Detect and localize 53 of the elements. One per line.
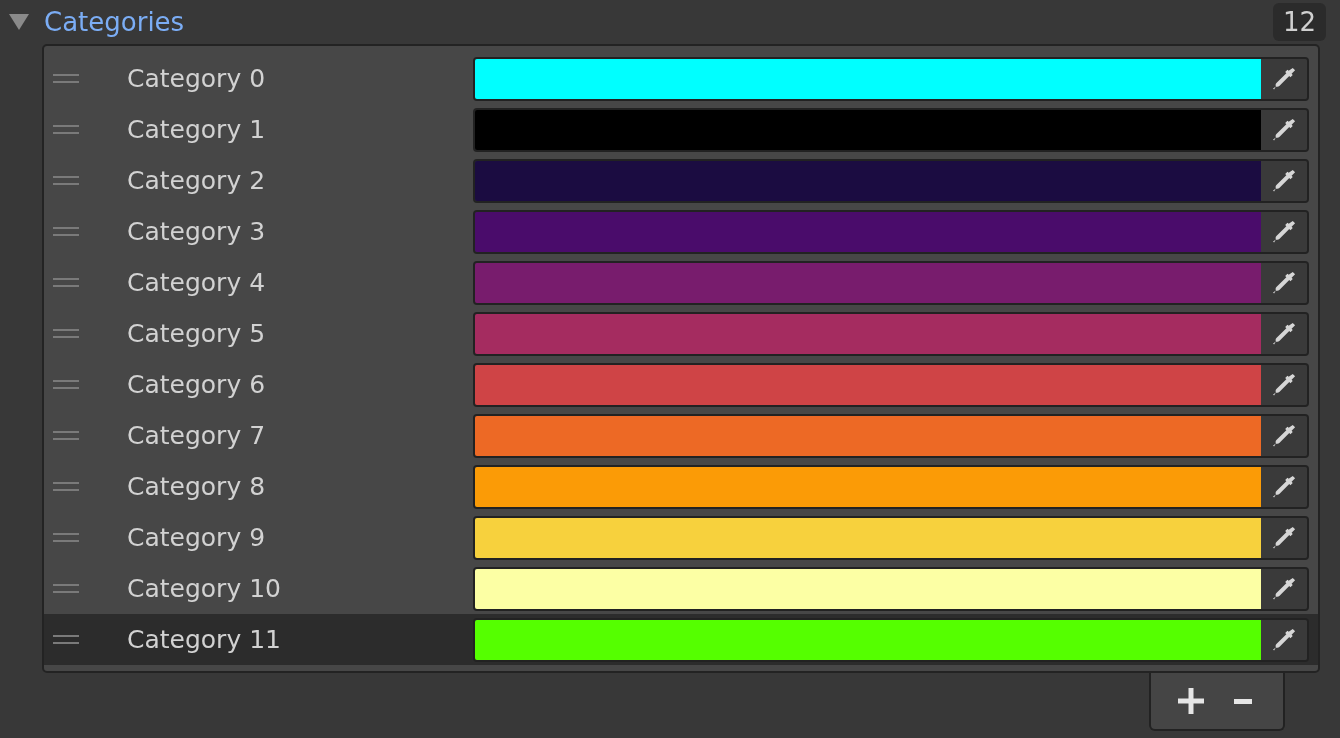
eyedropper-button[interactable] [1261, 58, 1307, 99]
section-title[interactable]: Categories [44, 7, 1259, 37]
eyedropper-button[interactable] [1261, 160, 1307, 201]
category-label: Category 5 [126, 319, 267, 348]
category-row[interactable]: Category 10 [44, 563, 1318, 614]
eyedropper-button[interactable] [1261, 415, 1307, 456]
category-label: Category 9 [126, 523, 267, 552]
drag-handle-icon[interactable] [53, 277, 79, 288]
category-row[interactable]: Category 3 [44, 206, 1318, 257]
category-row[interactable]: Category 9 [44, 512, 1318, 563]
category-row[interactable]: Category 2 [44, 155, 1318, 206]
category-label: Category 2 [126, 166, 267, 195]
minus-icon [1234, 698, 1252, 704]
category-row[interactable]: Category 11 [44, 614, 1318, 665]
category-label: Category 0 [126, 64, 267, 93]
category-label: Category 1 [126, 115, 267, 144]
drag-handle-icon[interactable] [53, 175, 79, 186]
eyedropper-button[interactable] [1261, 364, 1307, 405]
category-row[interactable]: Category 1 [44, 104, 1318, 155]
eyedropper-button[interactable] [1261, 211, 1307, 252]
eyedropper-button[interactable] [1261, 568, 1307, 609]
category-label: Category 10 [126, 574, 282, 603]
category-label: Category 3 [126, 217, 267, 246]
drag-handle-icon[interactable] [53, 430, 79, 441]
eyedropper-button[interactable] [1261, 109, 1307, 150]
category-label: Category 11 [126, 625, 282, 654]
category-row[interactable]: Category 4 [44, 257, 1318, 308]
drag-handle-icon[interactable] [53, 73, 79, 84]
drag-handle-icon[interactable] [53, 634, 79, 645]
category-row[interactable]: Category 7 [44, 410, 1318, 461]
category-row[interactable]: Category 0 [44, 53, 1318, 104]
drag-handle-icon[interactable] [53, 124, 79, 135]
eyedropper-button[interactable] [1261, 313, 1307, 354]
drag-handle-icon[interactable] [53, 481, 79, 492]
plus-icon [1178, 688, 1204, 714]
category-label: Category 8 [126, 472, 267, 501]
drag-handle-icon[interactable] [53, 328, 79, 339]
drag-handle-icon[interactable] [53, 226, 79, 237]
category-label: Category 6 [126, 370, 267, 399]
count-field[interactable]: 12 [1272, 3, 1326, 41]
drag-handle-icon[interactable] [53, 583, 79, 594]
drag-handle-icon[interactable] [53, 379, 79, 390]
eyedropper-button[interactable] [1261, 517, 1307, 558]
category-row[interactable]: Category 5 [44, 308, 1318, 359]
eyedropper-button[interactable] [1261, 262, 1307, 303]
caret-icon[interactable] [8, 13, 30, 31]
category-row[interactable]: Category 6 [44, 359, 1318, 410]
category-label: Category 7 [126, 421, 267, 450]
eyedropper-button[interactable] [1261, 619, 1307, 660]
category-row[interactable]: Category 8 [44, 461, 1318, 512]
category-label: Category 4 [126, 268, 267, 297]
drag-handle-icon[interactable] [53, 532, 79, 543]
eyedropper-button[interactable] [1261, 466, 1307, 507]
